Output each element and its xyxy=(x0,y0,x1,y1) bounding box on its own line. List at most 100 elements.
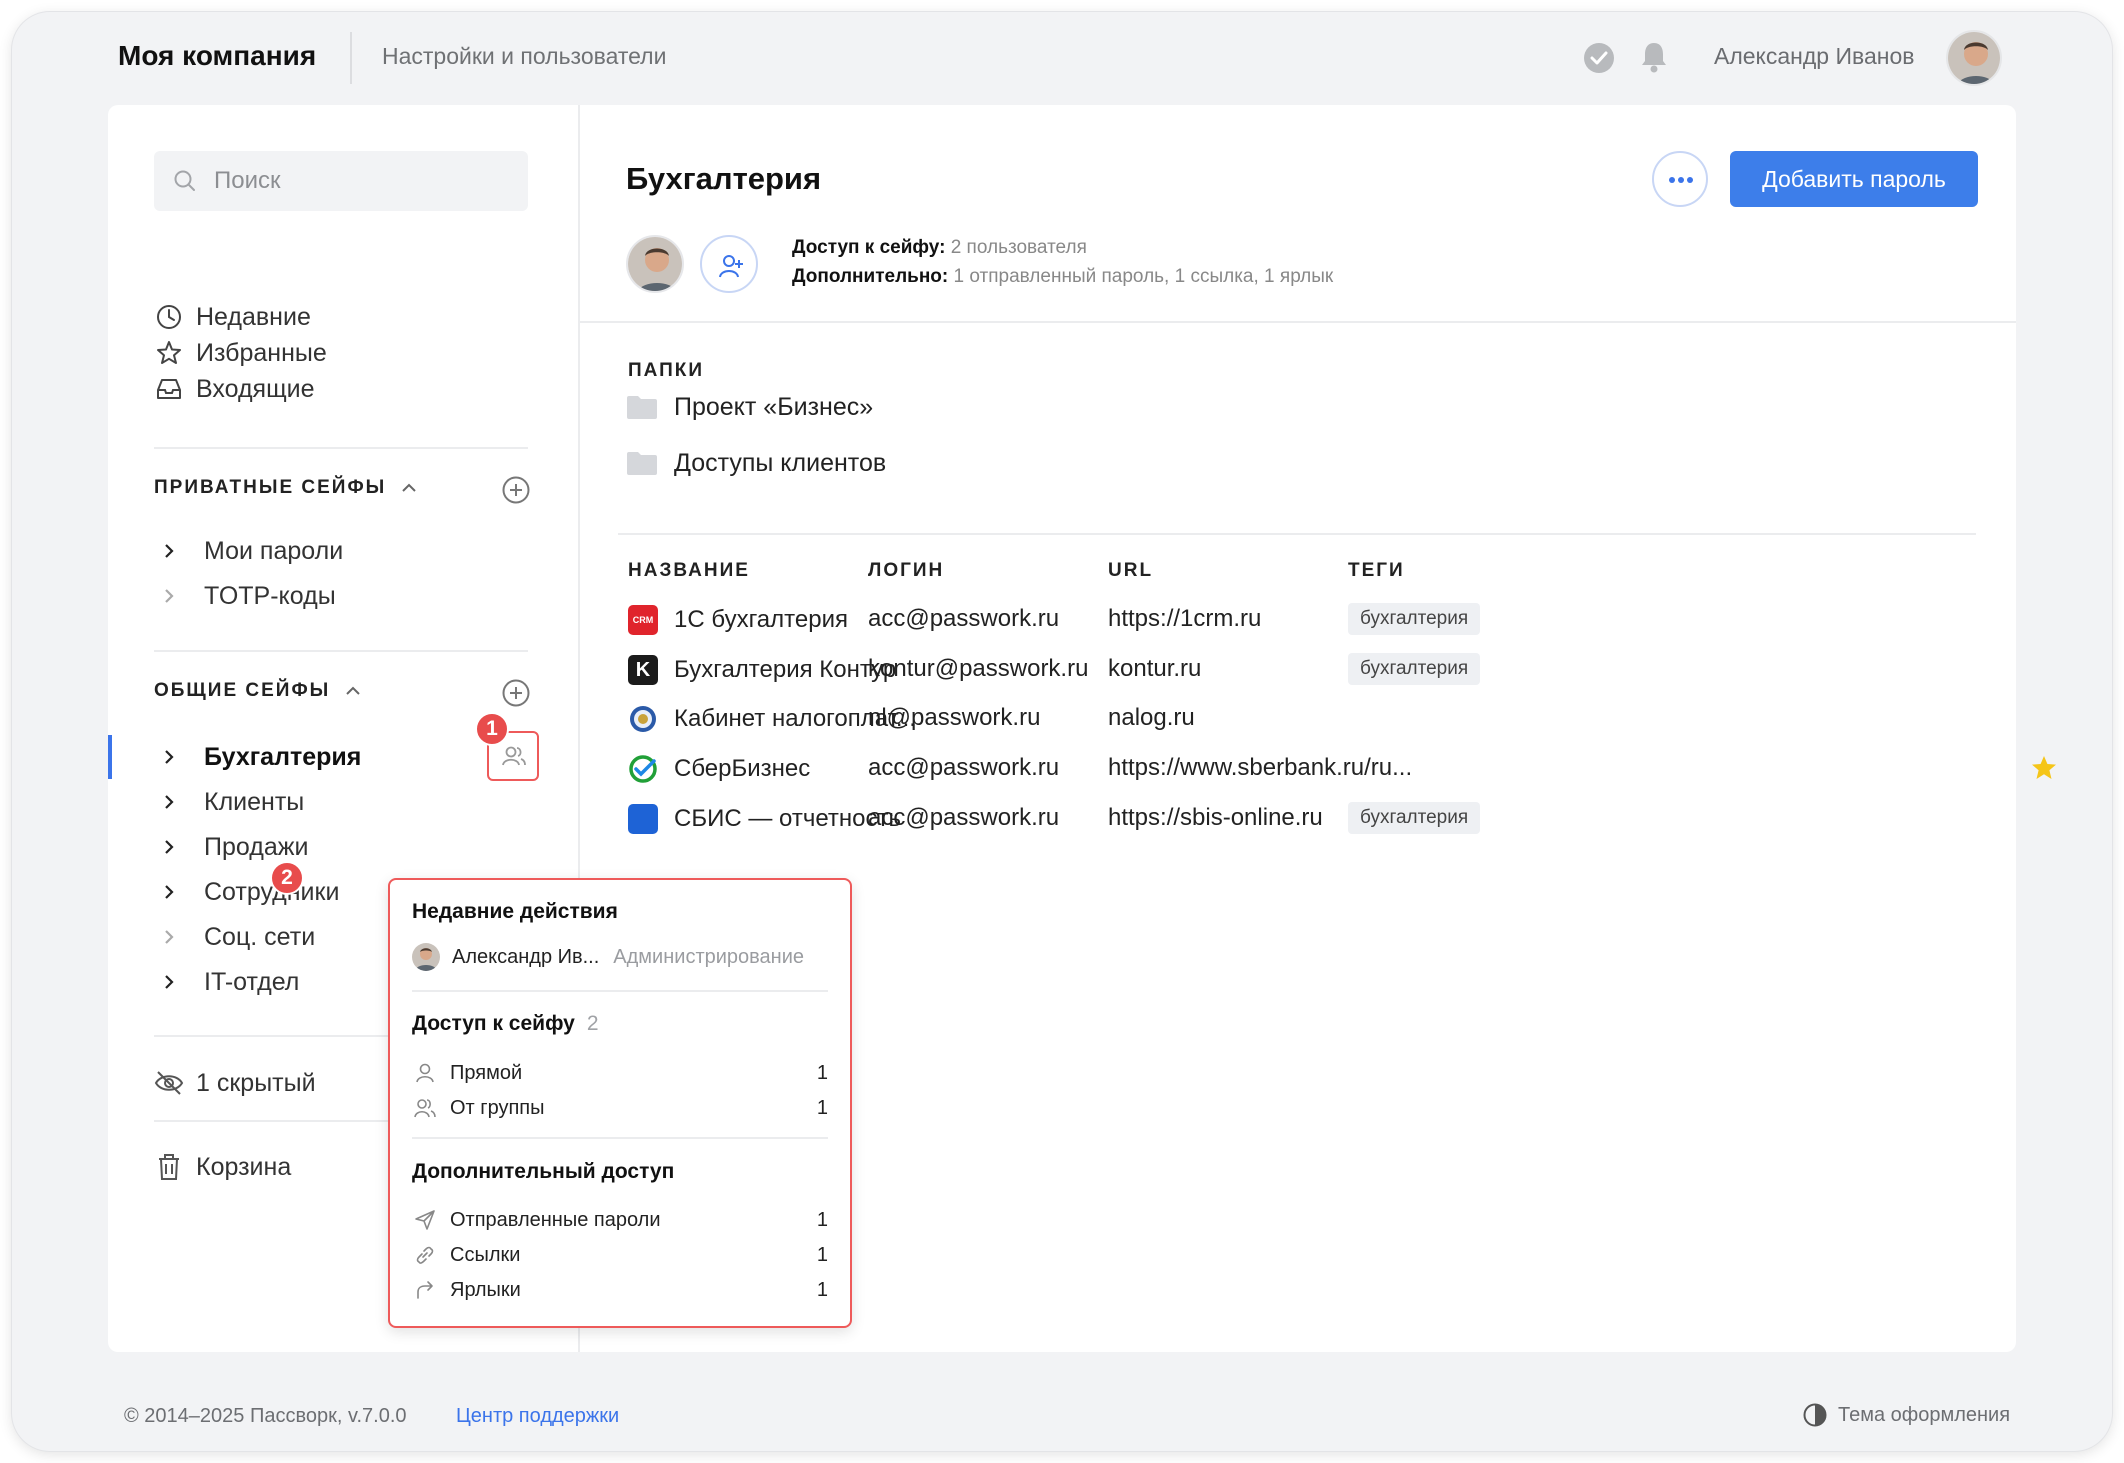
company-name[interactable]: Моя компания xyxy=(118,40,316,72)
tag-badge[interactable]: бухгалтерия xyxy=(1348,603,1481,635)
shortcut-icon xyxy=(412,1279,438,1301)
sidebar-item-recent[interactable]: Недавние xyxy=(154,297,311,337)
search-box[interactable] xyxy=(154,151,528,211)
column-header-tags[interactable]: ТЕГИ xyxy=(1348,560,1405,582)
divider xyxy=(154,650,528,652)
avatar[interactable] xyxy=(1946,30,2002,86)
vault-social[interactable]: Соц. сети xyxy=(158,917,315,957)
url-cell[interactable]: nalog.ru xyxy=(1108,704,1408,732)
table-row[interactable]: K Бухгалтерия Контур kontur@passwork.ru … xyxy=(580,649,2016,691)
vault-it[interactable]: IT-отдел xyxy=(158,962,299,1002)
folder-icon xyxy=(627,396,657,419)
sent-label: Отправленные пароли xyxy=(450,1208,661,1231)
recent-user: Александр Ив... xyxy=(452,945,600,968)
add-private-vault-button[interactable] xyxy=(501,475,531,505)
private-vaults-title[interactable]: ПРИВАТНЫЕ СЕЙФЫ xyxy=(154,477,418,499)
vault-label: Мои пароли xyxy=(204,536,344,565)
sidebar-item-label: Недавние xyxy=(196,302,311,331)
users-icon xyxy=(412,1097,438,1119)
vault-totp[interactable]: TOTP-коды xyxy=(158,576,336,616)
top-divider xyxy=(350,32,352,84)
vault-access-popup: Недавние действия Александр Ив... Админи… xyxy=(388,878,852,1328)
page-title: Бухгалтерия xyxy=(626,161,822,196)
folder-label: Проект «Бизнес» xyxy=(674,392,874,421)
chevron-right-icon xyxy=(158,883,180,901)
chevron-up-icon xyxy=(346,686,360,695)
table-row[interactable]: Кабинет налогоплат... nl@passwork.ru nal… xyxy=(580,698,2016,740)
check-icon[interactable] xyxy=(1584,43,1614,73)
sbis-logo-icon xyxy=(628,804,658,834)
vault-label: TOTP-коды xyxy=(204,581,336,610)
add-password-button[interactable]: Добавить пароль xyxy=(1730,151,1978,207)
folder-item[interactable]: Доступы клиентов xyxy=(626,443,886,483)
vault-employees[interactable]: Сотрудники xyxy=(158,872,339,912)
invite-user-button[interactable] xyxy=(700,235,758,293)
breadcrumb[interactable]: Настройки и пользователи xyxy=(382,43,666,70)
column-header-url[interactable]: URL xyxy=(1108,560,1153,582)
group-count: 1 xyxy=(816,1096,828,1119)
user-icon xyxy=(412,1062,438,1084)
table-row[interactable]: СБИС — отчетность acc@passwork.ru https:… xyxy=(580,798,2016,840)
folders-title: ПАПКИ xyxy=(628,360,705,381)
column-header-login[interactable]: ЛОГИН xyxy=(868,560,944,582)
column-header-name[interactable]: НАЗВАНИЕ xyxy=(628,560,750,582)
search-input[interactable] xyxy=(214,161,514,201)
hidden-label: 1 скрытый xyxy=(196,1068,316,1097)
sent-passwords-row[interactable]: Отправленные пароли 1 xyxy=(412,1205,828,1235)
trash-item[interactable]: Корзина xyxy=(154,1147,291,1187)
kontur-logo-icon: K xyxy=(628,655,658,685)
shortcuts-label: Ярлыки xyxy=(450,1278,521,1301)
name-cell: CRM 1С бухгалтерия xyxy=(628,605,848,635)
favorite-star-icon[interactable] xyxy=(2030,754,2058,782)
support-link[interactable]: Центр поддержки xyxy=(456,1405,619,1428)
extra-value[interactable]: 1 отправленный пароль, 1 ссылка, 1 ярлык xyxy=(954,266,1334,287)
sidebar-item-inbox[interactable]: Входящие xyxy=(154,369,315,409)
popup-recent-title: Недавние действия xyxy=(412,900,618,923)
sidebar-item-favorites[interactable]: Избранные xyxy=(154,333,327,373)
vault-clients[interactable]: Клиенты xyxy=(158,782,304,822)
contrast-icon xyxy=(1803,1403,1827,1427)
more-options-button[interactable] xyxy=(1652,151,1708,207)
direct-access-row[interactable]: Прямой 1 xyxy=(412,1058,828,1088)
vault-label: Бухгалтерия xyxy=(204,742,362,771)
direct-count: 1 xyxy=(816,1061,828,1084)
vault-my-passwords[interactable]: Мои пароли xyxy=(158,531,343,571)
theme-toggle[interactable]: Тема оформления xyxy=(1802,1402,2010,1428)
table-row[interactable]: СберБизнес acc@passwork.ru https://www.s… xyxy=(580,748,2056,790)
add-shared-vault-button[interactable] xyxy=(501,678,531,708)
sidebar-item-label: Входящие xyxy=(196,374,315,403)
links-row[interactable]: Ссылки 1 xyxy=(412,1240,828,1270)
tag-badge[interactable]: бухгалтерия xyxy=(1348,653,1481,685)
nalog-logo-icon xyxy=(628,704,658,734)
shared-vaults-title[interactable]: ОБЩИЕ СЕЙФЫ xyxy=(154,680,362,702)
bell-icon[interactable] xyxy=(1638,40,1670,74)
hidden-vaults-item[interactable]: 1 скрытый xyxy=(154,1063,316,1103)
url-cell[interactable]: https://www.sberbank.ru/ru... xyxy=(1108,754,1428,782)
divider xyxy=(618,533,1976,535)
login-cell: kontur@passwork.ru xyxy=(868,655,1089,682)
access-title-label: Доступ к сейфу xyxy=(412,1012,575,1035)
name-cell: K Бухгалтерия Контур xyxy=(628,655,896,685)
step-badge-1: 1 xyxy=(475,712,509,746)
users-icon xyxy=(502,746,526,766)
tag-badge[interactable]: бухгалтерия xyxy=(1348,802,1481,834)
link-icon xyxy=(412,1244,438,1266)
clock-icon xyxy=(154,302,184,332)
divider xyxy=(154,447,528,449)
access-value[interactable]: 2 пользователя xyxy=(951,237,1087,258)
vault-label: IT-отдел xyxy=(204,967,300,996)
vault-meta: Доступ к сейфу: 2 пользователя Дополните… xyxy=(792,233,1333,291)
chevron-right-icon xyxy=(158,928,180,946)
vault-label: Соц. сети xyxy=(204,922,316,951)
recent-action-row[interactable]: Александр Ив... Администрирование xyxy=(412,942,828,972)
folder-item[interactable]: Проект «Бизнес» xyxy=(626,387,873,427)
vault-accounting[interactable]: Бухгалтерия xyxy=(158,737,361,777)
group-access-row[interactable]: От группы 1 xyxy=(412,1093,828,1123)
avatar[interactable] xyxy=(626,235,684,293)
copyright: © 2014–2025 Пассворк, v.7.0.0 xyxy=(124,1405,407,1427)
plus-circle-icon xyxy=(502,679,530,707)
user-name[interactable]: Александр Иванов xyxy=(1714,43,1914,70)
shortcuts-row[interactable]: Ярлыки 1 xyxy=(412,1275,828,1305)
table-row[interactable]: CRM 1С бухгалтерия acc@passwork.ru https… xyxy=(580,599,2016,641)
crm-logo-icon: CRM xyxy=(628,605,658,635)
